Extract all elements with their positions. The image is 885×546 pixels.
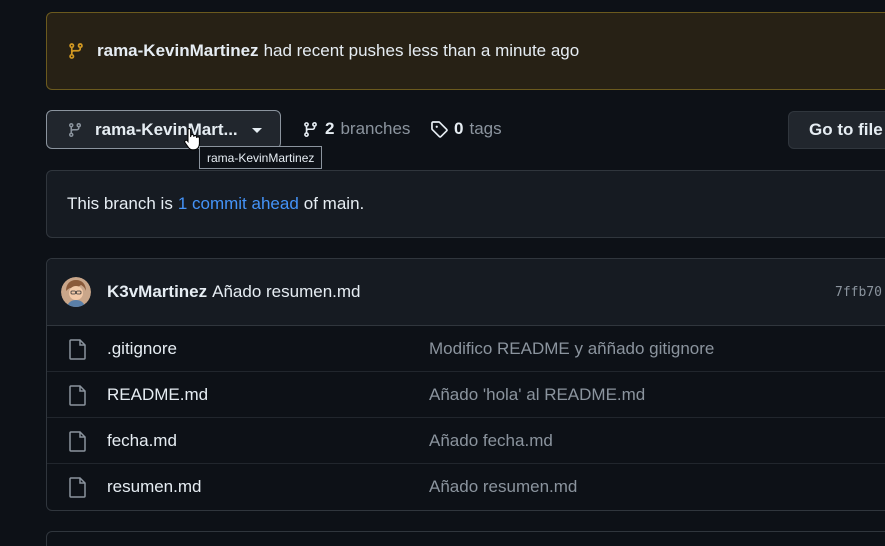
branches-link[interactable]: 2 branches (302, 119, 410, 139)
commits-ahead-link[interactable]: 1 commit ahead (178, 194, 299, 214)
go-to-file-button[interactable]: Go to file (788, 111, 885, 149)
file-commit-message[interactable]: Modifico README y aññado gitignore (429, 339, 714, 359)
git-branch-icon (69, 43, 83, 59)
file-name[interactable]: .gitignore (107, 339, 177, 359)
ahead-prefix: This branch is (67, 194, 173, 213)
branch-selector-label: rama-KevinMart... (95, 119, 238, 139)
file-icon (69, 339, 86, 360)
latest-commit-row: K3vMartinez Añado resumen.md 7ffb70 (47, 259, 885, 326)
tag-icon (431, 121, 448, 138)
file-icon (69, 431, 86, 452)
commit-message[interactable]: Añado resumen.md (212, 282, 360, 302)
recent-push-banner: rama-KevinMartinez had recent pushes les… (46, 12, 885, 90)
branch-selector-button[interactable]: rama-KevinMart... (46, 110, 281, 149)
file-row[interactable]: resumen.md Añado resumen.md (47, 464, 885, 510)
caret-down-icon (251, 128, 262, 133)
banner-message: had recent pushes less than a minute ago (263, 41, 580, 60)
commit-hash[interactable]: 7ffb70 (835, 285, 882, 300)
file-row[interactable]: fecha.md Añado fecha.md (47, 418, 885, 464)
file-list: K3vMartinez Añado resumen.md 7ffb70 .git… (46, 258, 885, 511)
file-row[interactable]: .gitignore Modifico README y aññado giti… (47, 326, 885, 372)
file-icon (69, 477, 86, 498)
git-branch-icon (304, 121, 317, 137)
readme-box (46, 531, 885, 546)
tags-label: tags (469, 119, 502, 138)
avatar[interactable] (61, 277, 91, 307)
file-name[interactable]: resumen.md (107, 477, 201, 497)
file-name[interactable]: fecha.md (107, 431, 177, 451)
file-name[interactable]: README.md (107, 385, 208, 405)
git-branch-icon (68, 122, 81, 137)
file-commit-message[interactable]: Añado resumen.md (429, 477, 577, 497)
branch-tooltip: rama-KevinMartinez (199, 146, 323, 169)
tags-count: 0 (454, 119, 464, 138)
ahead-suffix: of main. (303, 194, 365, 213)
file-commit-message[interactable]: Añado 'hola' al README.md (429, 385, 645, 405)
banner-branch-name[interactable]: rama-KevinMartinez (97, 41, 259, 61)
branches-label: branches (340, 119, 411, 138)
tags-link[interactable]: 0 tags (430, 119, 502, 139)
file-icon (69, 385, 86, 406)
branches-count: 2 (325, 119, 335, 138)
file-commit-message[interactable]: Añado fecha.md (429, 431, 553, 451)
branch-status-box: This branch is 1 commit ahead of main. (46, 170, 885, 238)
commit-author[interactable]: K3vMartinez (107, 282, 207, 302)
file-row[interactable]: README.md Añado 'hola' al README.md (47, 372, 885, 418)
